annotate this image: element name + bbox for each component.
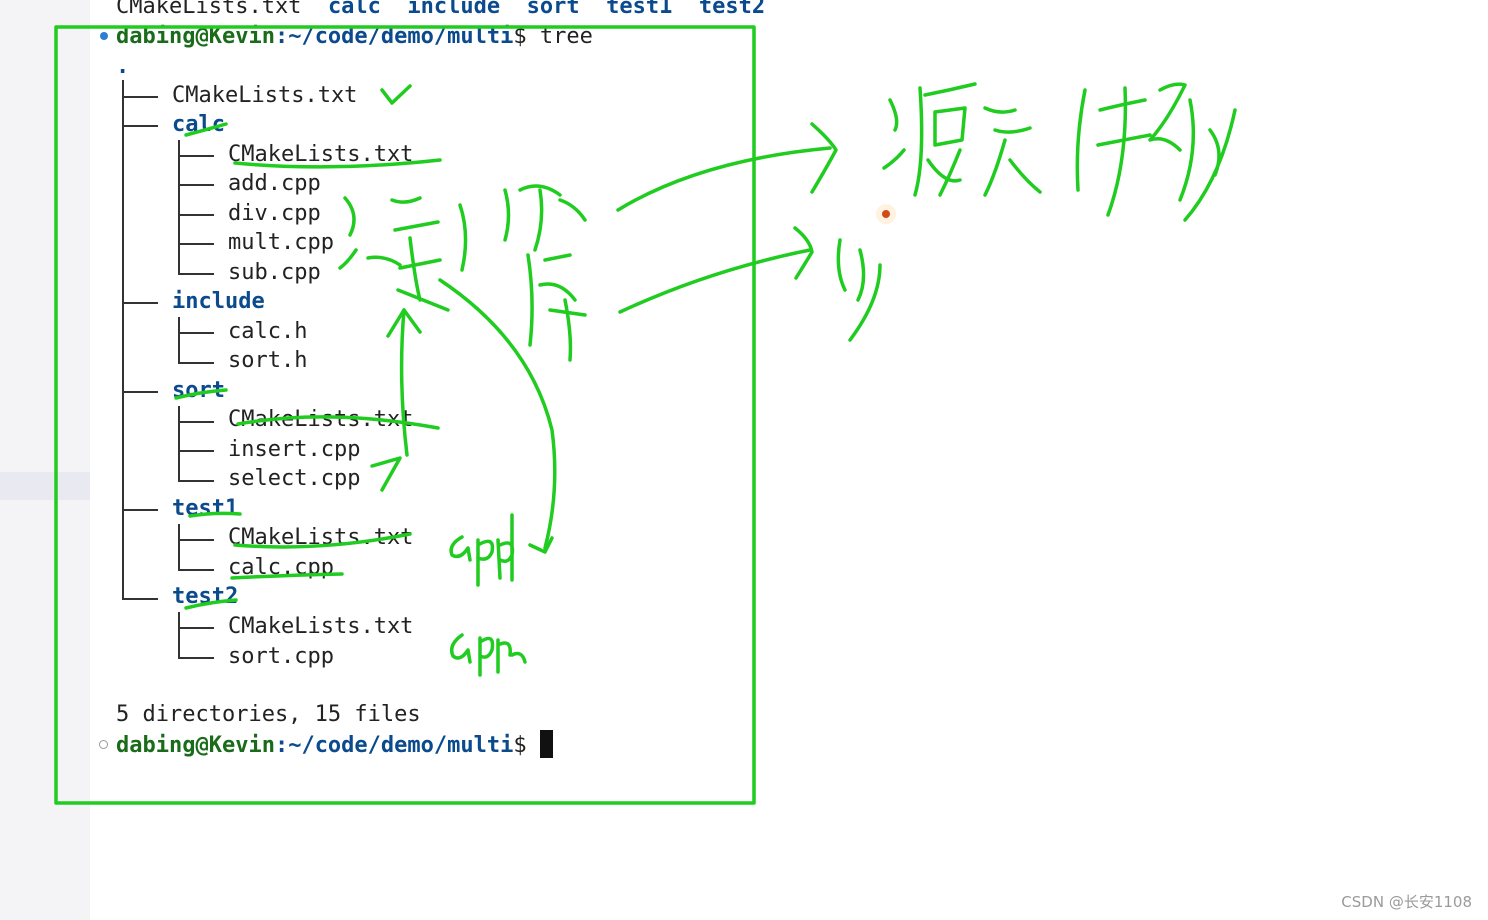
underline-mark (184, 598, 238, 610)
annotation-stroke (449, 633, 527, 677)
underline-mark (188, 511, 242, 518)
underline-mark (174, 388, 228, 400)
annotation-stroke (338, 196, 402, 270)
annotation-stroke (526, 253, 587, 362)
annotation-stroke (1148, 82, 1237, 222)
annotation-stroke (399, 308, 409, 457)
underline-mark (184, 122, 228, 137)
annotation-stroke (370, 456, 402, 492)
underline-mark (233, 532, 412, 549)
annotation-stroke (882, 82, 977, 197)
annotation-stroke (438, 278, 557, 550)
annotation-stroke (616, 146, 832, 212)
underline-mark (233, 158, 442, 169)
annotation-stroke (618, 248, 812, 314)
annotation-stroke (1075, 86, 1152, 217)
annotation-stroke (390, 196, 450, 312)
handwritten-annotations (54, 25, 1237, 805)
checkmark-icon (380, 84, 412, 105)
arrow-head-icon (810, 122, 838, 194)
annotation-stroke (449, 513, 515, 587)
watermark: CSDN @长安1108 (1341, 893, 1472, 911)
annotation-box (54, 25, 756, 805)
underline-mark (230, 572, 344, 580)
annotation-stroke (983, 106, 1042, 197)
pointer-indicator-icon (882, 210, 890, 218)
underline-mark (236, 415, 440, 430)
annotation-stroke (836, 238, 882, 342)
